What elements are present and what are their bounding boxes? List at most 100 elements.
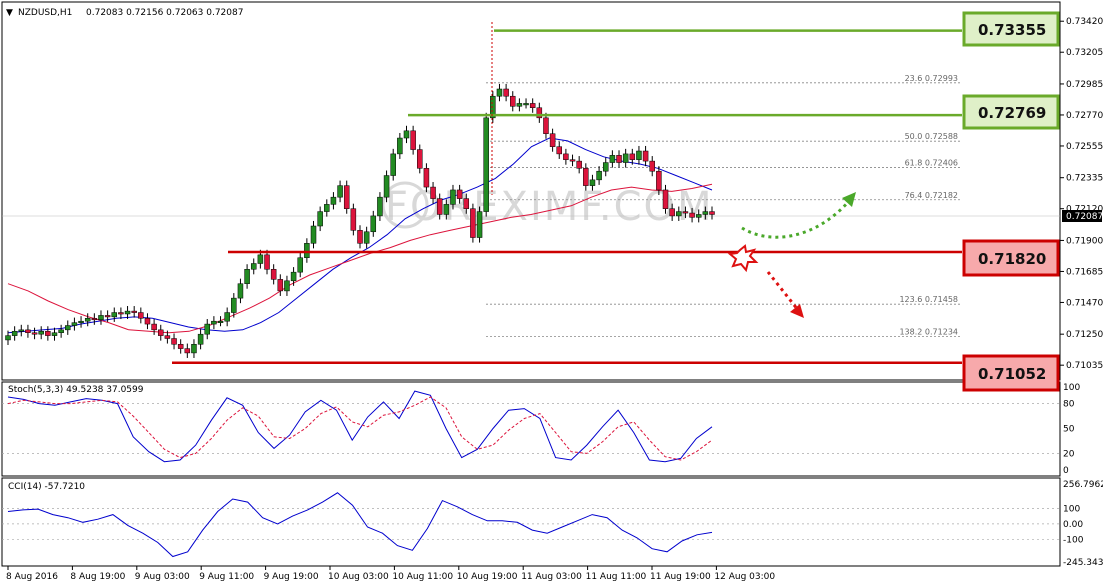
candle-body bbox=[290, 271, 297, 282]
current-price-tag: 0.72087 bbox=[1062, 210, 1103, 222]
time-tick-label: 12 Aug 03:00 bbox=[714, 572, 775, 582]
time-tick-label: 8 Aug 2016 bbox=[6, 572, 58, 582]
candle-body bbox=[656, 170, 662, 191]
candle-body bbox=[138, 312, 144, 319]
candle-body bbox=[164, 335, 171, 339]
svg-text:0.73355: 0.73355 bbox=[978, 21, 1046, 39]
candle-body bbox=[131, 310, 137, 313]
candle-body bbox=[523, 103, 529, 106]
level-box-71820[interactable]: 0.71820 bbox=[962, 239, 1060, 277]
candle-body bbox=[483, 117, 489, 212]
candle-body bbox=[158, 329, 164, 336]
cci-tick-label: 0.00 bbox=[1063, 520, 1083, 530]
candle-body bbox=[58, 329, 64, 333]
candle-body bbox=[244, 269, 250, 284]
price-chart[interactable]: FOREXIMF.COM ▼ NZDUSD,H1 0.72083 0.72156… bbox=[0, 0, 1103, 588]
level-box-73355[interactable]: 0.73355 bbox=[962, 11, 1060, 47]
candle-body bbox=[456, 189, 463, 199]
candle-body bbox=[363, 231, 370, 244]
candle-body bbox=[144, 318, 151, 325]
stoch-panel bbox=[1, 381, 1061, 477]
price-tick-label: 0.71470 bbox=[1066, 298, 1103, 308]
cci-tick-label: 100 bbox=[1063, 504, 1080, 514]
candle-body bbox=[124, 310, 131, 315]
candle-body bbox=[589, 179, 596, 186]
candle-body bbox=[436, 198, 443, 215]
fib-level-label: 23.6 0.72993 bbox=[905, 74, 958, 83]
candle-body bbox=[410, 130, 416, 150]
candle-body bbox=[343, 185, 350, 209]
candle-body bbox=[676, 211, 682, 217]
candle-body bbox=[264, 254, 270, 270]
fib-level-label: 76.4 0.72182 bbox=[905, 191, 958, 200]
candle-body bbox=[98, 315, 104, 321]
candle-body bbox=[65, 325, 71, 331]
candle-body bbox=[25, 329, 31, 333]
candle-body bbox=[556, 146, 562, 155]
candle-body bbox=[350, 208, 357, 231]
price-tick-label: 0.72555 bbox=[1066, 142, 1103, 152]
candle-body bbox=[11, 331, 18, 336]
stoch-title: Stoch(5,3,3) 49.5238 37.0599 bbox=[8, 385, 144, 395]
candle-body bbox=[224, 312, 230, 322]
level-box-72769[interactable]: 0.72769 bbox=[962, 94, 1060, 130]
candle-body bbox=[277, 279, 284, 292]
stoch-tick-label: 20 bbox=[1063, 449, 1075, 459]
cci-tick-label: -245.3433 bbox=[1063, 558, 1103, 568]
stoch-tick-label: 80 bbox=[1063, 400, 1075, 410]
candle-body bbox=[177, 344, 184, 349]
time-tick-label: 11 Aug 11:00 bbox=[586, 572, 647, 582]
candle-body bbox=[662, 189, 669, 209]
candle-body bbox=[211, 320, 217, 325]
candle-body bbox=[669, 208, 675, 217]
chart-symbol: NZDUSD,H1 bbox=[18, 8, 72, 18]
candle-body bbox=[217, 320, 224, 323]
candle-body bbox=[171, 338, 177, 345]
candle-body bbox=[284, 280, 290, 292]
level-box-71052[interactable]: 0.71052 bbox=[962, 354, 1060, 392]
candle-body bbox=[337, 185, 343, 198]
svg-text:0.71820: 0.71820 bbox=[978, 250, 1046, 268]
candle-body bbox=[709, 211, 715, 215]
cci-title: CCI(14) -57.7210 bbox=[8, 482, 85, 492]
symbol-triangle-icon: ▼ bbox=[6, 8, 13, 18]
candle-body bbox=[569, 159, 576, 162]
svg-text:0.72769: 0.72769 bbox=[978, 104, 1046, 122]
price-tick-label: 0.71900 bbox=[1066, 236, 1103, 246]
candle-body bbox=[191, 344, 197, 354]
candle-body bbox=[330, 196, 337, 205]
candle-body bbox=[609, 155, 616, 163]
candle-body bbox=[45, 331, 51, 336]
candle-body bbox=[310, 225, 317, 244]
candle-body bbox=[184, 348, 191, 354]
candle-body bbox=[237, 283, 244, 299]
candle-body bbox=[383, 175, 390, 198]
candle-body bbox=[118, 312, 124, 315]
price-tick-label: 0.72770 bbox=[1066, 111, 1103, 121]
candle-body bbox=[403, 130, 410, 139]
candle-body bbox=[250, 263, 257, 270]
candle-body bbox=[602, 162, 609, 172]
cci-tick-label: 256.7962 bbox=[1063, 480, 1103, 490]
candle-body bbox=[496, 88, 503, 97]
candle-body bbox=[390, 153, 396, 176]
candle-body bbox=[304, 243, 310, 258]
candle-body bbox=[18, 329, 25, 332]
candle-body bbox=[297, 257, 303, 273]
cci-tick-label: -100 bbox=[1063, 535, 1084, 545]
candle-body bbox=[636, 150, 642, 160]
candle-body bbox=[503, 88, 509, 97]
candle-body bbox=[443, 204, 450, 215]
stoch-tick-label: 50 bbox=[1063, 425, 1075, 435]
candle-body bbox=[257, 254, 264, 264]
candle-body bbox=[51, 332, 58, 336]
candle-body bbox=[71, 322, 78, 326]
candle-body bbox=[689, 212, 695, 218]
price-tick-label: 0.73205 bbox=[1066, 48, 1103, 58]
candle-body bbox=[317, 211, 323, 227]
price-tick-label: 0.72985 bbox=[1066, 80, 1103, 90]
price-tick-label: 0.73420 bbox=[1066, 17, 1103, 27]
candle-body bbox=[423, 168, 430, 188]
candle-body bbox=[682, 211, 689, 214]
candle-body bbox=[543, 117, 549, 134]
